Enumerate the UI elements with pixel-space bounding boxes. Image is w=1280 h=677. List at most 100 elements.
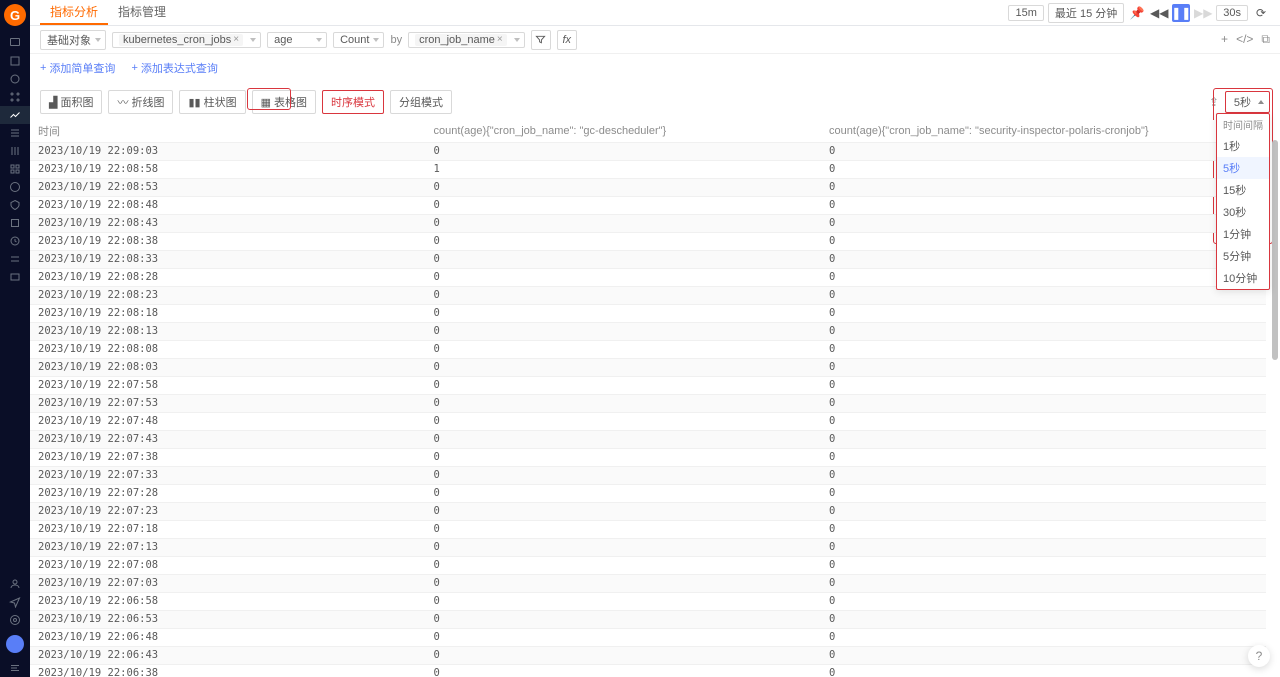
table-row[interactable]: 2023/10/19 22:08:4800 <box>30 196 1266 214</box>
table-row[interactable]: 2023/10/19 22:08:5810 <box>30 160 1266 178</box>
col-time-header[interactable]: 时间 <box>30 120 426 142</box>
nav-apm-icon[interactable] <box>0 142 30 160</box>
table-row[interactable]: 2023/10/19 22:06:3800 <box>30 664 1266 677</box>
table-row[interactable]: 2023/10/19 22:08:2800 <box>30 268 1266 286</box>
viewmode-group[interactable]: 分组模式 <box>390 90 452 114</box>
col-c1-header[interactable]: count(age){"cron_job_name": "gc-deschedu… <box>426 120 822 142</box>
scope-select[interactable]: 基础对象 <box>40 30 106 50</box>
table-row[interactable]: 2023/10/19 22:07:3300 <box>30 466 1266 484</box>
nav-member-icon[interactable] <box>0 575 30 593</box>
interval-select[interactable]: 5秒 <box>1225 91 1270 113</box>
add-simple-query[interactable]: +添加简单查询 <box>40 60 115 76</box>
object-select[interactable]: kubernetes_cron_jobs× <box>112 32 261 48</box>
cell-c2: 0 <box>821 376 1266 394</box>
nav-workspace-icon[interactable] <box>0 250 30 268</box>
tab-management[interactable]: 指标管理 <box>108 0 176 25</box>
table-row[interactable]: 2023/10/19 22:08:1800 <box>30 304 1266 322</box>
dropdown-item-15s[interactable]: 15秒 <box>1217 179 1269 201</box>
dropdown-item-30s[interactable]: 30秒 <box>1217 201 1269 223</box>
nav-rum-icon[interactable] <box>0 160 30 178</box>
link-icon[interactable]: ⧉ <box>1261 32 1270 47</box>
pause-icon[interactable]: ❚❚ <box>1172 4 1190 22</box>
table-row[interactable]: 2023/10/19 22:07:5800 <box>30 376 1266 394</box>
field-select[interactable]: age <box>267 32 327 48</box>
topbar: 指标分析 指标管理 15m 最近 15 分钟 📌 ◀◀ ❚❚ ▶▶ 30s ⟳ <box>30 0 1280 26</box>
collapse-icon[interactable] <box>0 659 30 677</box>
col-c2-header[interactable]: count(age){"cron_job_name": "security-in… <box>821 120 1266 142</box>
table-row[interactable]: 2023/10/19 22:07:1800 <box>30 520 1266 538</box>
filter-button[interactable] <box>531 30 551 50</box>
table-row[interactable]: 2023/10/19 22:08:0800 <box>30 340 1266 358</box>
table-row[interactable]: 2023/10/19 22:07:3800 <box>30 448 1266 466</box>
table-row[interactable]: 2023/10/19 22:07:2300 <box>30 502 1266 520</box>
nav-settings-icon[interactable] <box>0 611 30 629</box>
dropdown-item-10m[interactable]: 10分钟 <box>1217 267 1269 289</box>
cell-time: 2023/10/19 22:07:58 <box>30 376 426 394</box>
viewmode-time[interactable]: 时序模式 <box>322 90 384 114</box>
dropdown-item-1m[interactable]: 1分钟 <box>1217 223 1269 245</box>
table-row[interactable]: 2023/10/19 22:08:4300 <box>30 214 1266 232</box>
nav-integration-icon[interactable] <box>0 268 30 286</box>
table-row[interactable]: 2023/10/19 22:07:1300 <box>30 538 1266 556</box>
code-icon[interactable]: </> <box>1236 32 1253 47</box>
table-row[interactable]: 2023/10/19 22:07:2800 <box>30 484 1266 502</box>
prev-icon[interactable]: ◀◀ <box>1150 4 1168 22</box>
nav-scene-icon[interactable] <box>0 52 30 70</box>
help-button[interactable]: ? <box>1248 645 1270 667</box>
refresh-icon[interactable]: ⟳ <box>1252 4 1270 22</box>
time-range-chip[interactable]: 最近 15 分钟 <box>1048 3 1124 23</box>
add-query-icon[interactable]: + <box>1221 32 1228 47</box>
nav-synthetic-icon[interactable] <box>0 178 30 196</box>
nav-send-icon[interactable] <box>0 593 30 611</box>
nav-log-icon[interactable] <box>0 124 30 142</box>
close-icon[interactable]: × <box>233 34 239 45</box>
tab-analysis[interactable]: 指标分析 <box>40 0 108 25</box>
table-row[interactable]: 2023/10/19 22:06:5800 <box>30 592 1266 610</box>
viewmode-area[interactable]: ▟面积图 <box>40 90 102 114</box>
cell-c1: 0 <box>426 484 822 502</box>
table-row[interactable]: 2023/10/19 22:08:2300 <box>30 286 1266 304</box>
user-avatar[interactable] <box>6 635 24 653</box>
nav-dashboard-icon[interactable] <box>0 34 30 52</box>
table-row[interactable]: 2023/10/19 22:07:4800 <box>30 412 1266 430</box>
add-expr-query[interactable]: +添加表达式查询 <box>131 60 217 76</box>
time-interval-chip[interactable]: 15m <box>1008 5 1043 21</box>
table-row[interactable]: 2023/10/19 22:08:0300 <box>30 358 1266 376</box>
agg-select[interactable]: Count <box>333 32 384 48</box>
fx-button[interactable]: fx <box>557 30 577 50</box>
table-row[interactable]: 2023/10/19 22:08:3800 <box>30 232 1266 250</box>
nav-event-icon[interactable] <box>0 70 30 88</box>
table-row[interactable]: 2023/10/19 22:08:5300 <box>30 178 1266 196</box>
dropdown-item-5m[interactable]: 5分钟 <box>1217 245 1269 267</box>
nav-metrics-icon[interactable] <box>0 106 30 124</box>
dropdown-item-5s[interactable]: 5秒 <box>1217 157 1269 179</box>
viewmode-table[interactable]: ▦表格图 <box>252 90 316 114</box>
table-row[interactable]: 2023/10/19 22:07:5300 <box>30 394 1266 412</box>
nav-monitor-icon[interactable] <box>0 232 30 250</box>
nav-ci-icon[interactable] <box>0 214 30 232</box>
viewmode-row: ▟面积图 〰折线图 ▮▮柱状图 ▦表格图 时序模式 分组模式 ⇪ 5秒 时间间隔… <box>30 86 1280 120</box>
table-row[interactable]: 2023/10/19 22:08:3300 <box>30 250 1266 268</box>
table-row[interactable]: 2023/10/19 22:08:1300 <box>30 322 1266 340</box>
table-row[interactable]: 2023/10/19 22:06:4300 <box>30 646 1266 664</box>
table-row[interactable]: 2023/10/19 22:06:4800 <box>30 628 1266 646</box>
viewmode-bar[interactable]: ▮▮柱状图 <box>179 90 245 114</box>
refresh-interval-chip[interactable]: 30s <box>1216 5 1248 21</box>
table-row[interactable]: 2023/10/19 22:07:0800 <box>30 556 1266 574</box>
table-row[interactable]: 2023/10/19 22:07:0300 <box>30 574 1266 592</box>
pin-icon[interactable]: 📌 <box>1128 4 1146 22</box>
cell-c1: 0 <box>426 304 822 322</box>
table-row[interactable]: 2023/10/19 22:09:0300 <box>30 142 1266 160</box>
table-row[interactable]: 2023/10/19 22:06:5300 <box>30 610 1266 628</box>
table-row[interactable]: 2023/10/19 22:07:4300 <box>30 430 1266 448</box>
close-icon[interactable]: × <box>497 34 503 45</box>
export-icon[interactable]: ⇪ <box>1209 95 1219 109</box>
viewmode-line[interactable]: 〰折线图 <box>108 90 173 114</box>
logo-icon[interactable]: G <box>4 4 26 26</box>
nav-security-icon[interactable] <box>0 196 30 214</box>
groupby-select[interactable]: cron_job_name× <box>408 32 525 48</box>
next-icon[interactable]: ▶▶ <box>1194 4 1212 22</box>
dropdown-item-1s[interactable]: 1秒 <box>1217 135 1269 157</box>
nav-infra-icon[interactable] <box>0 88 30 106</box>
scrollbar[interactable] <box>1272 140 1278 360</box>
